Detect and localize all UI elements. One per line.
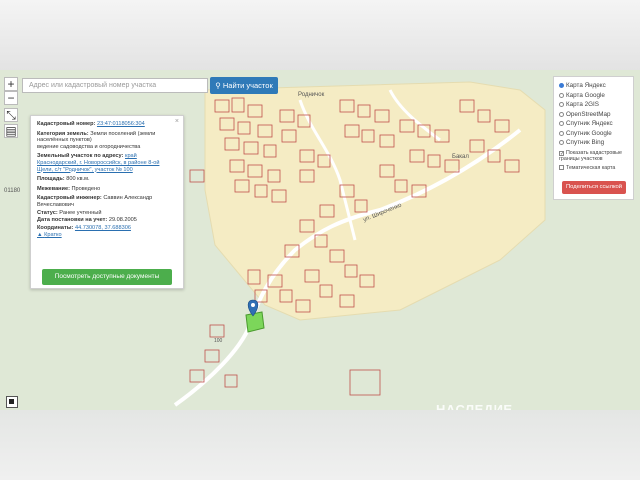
radio-icon	[559, 83, 564, 88]
show-borders-checkbox[interactable]: ✓ Показать кадастровые границы участков	[559, 150, 628, 162]
map-label-plot: 100	[214, 338, 223, 344]
fullscreen-toggle[interactable]	[6, 396, 18, 408]
status-value: Ранее учтенный	[59, 209, 102, 216]
checkbox-icon	[559, 164, 564, 170]
cadastral-number-label: Кадастровый номер:	[37, 121, 96, 127]
status-label: Статус:	[37, 209, 58, 216]
search-input[interactable]: Адрес или кадастровый номер участка	[22, 78, 208, 93]
radio-icon	[559, 121, 564, 126]
search-button[interactable]: ⚲ Найти участок	[210, 77, 278, 94]
share-link-button[interactable]: Поделиться ссылкой	[562, 181, 626, 194]
coords-label: Координаты:	[37, 224, 74, 231]
survey-label: Межевание:	[37, 185, 70, 192]
blurred-footer	[0, 410, 640, 480]
layers-panel: Карта Яндекс Карта Google Карта 2GIS Ope…	[553, 76, 634, 200]
zoom-out-button[interactable]: −	[4, 91, 18, 105]
map-label-rodnichok: Родничок	[298, 92, 325, 98]
search-button-label: Найти участок	[222, 81, 273, 90]
layer-option-osm[interactable]: OpenStreetMap	[559, 110, 628, 120]
area-value: 800 кв.м.	[66, 176, 90, 183]
registered-value: 29.08.2005	[108, 217, 137, 224]
land-category-label: Категория земель:	[37, 130, 89, 137]
view-documents-button[interactable]: Посмотреть доступные документы	[42, 269, 172, 285]
close-icon[interactable]: ×	[175, 118, 179, 125]
parcel-info-panel: × Кадастровый номер: 23:47:0118056:304 К…	[30, 115, 184, 289]
print-icon: ▤	[5, 124, 17, 138]
layer-option-yandex-map[interactable]: Карта Яндекс	[559, 81, 628, 91]
map-label-code: 01180	[4, 188, 21, 194]
coords-link[interactable]: 44.730078, 37.688306	[75, 225, 131, 231]
area-label: Площадь:	[37, 176, 65, 183]
layer-option-google-sat[interactable]: Спутник Google	[559, 129, 628, 139]
map-label-bakal: Бакал	[452, 154, 469, 160]
land-use-value: ведение садоводства и огородничества	[37, 143, 141, 150]
selected-parcel	[245, 311, 265, 333]
radio-icon	[559, 130, 564, 136]
watermark: НАСЛЕДИЕ	[436, 402, 513, 410]
survey-value: Проведено	[71, 185, 101, 192]
square-icon	[9, 399, 14, 404]
registered-label: Дата постановки на учет:	[37, 217, 108, 224]
cadastral-number-link[interactable]: 23:47:0118056:304	[97, 121, 145, 127]
ruler-button[interactable]: ⤡	[4, 108, 18, 122]
engineer-label: Кадастровый инженер:	[37, 195, 102, 202]
radio-icon	[559, 111, 564, 117]
zoom-in-button[interactable]: +	[4, 77, 18, 91]
layer-option-google-map[interactable]: Карта Google	[559, 91, 628, 101]
ruler-icon: ⤡	[6, 108, 16, 122]
print-button[interactable]: ▤	[4, 124, 18, 138]
layer-option-bing-sat[interactable]: Спутник Bing	[559, 138, 628, 148]
search-icon: ⚲	[215, 81, 221, 90]
collapse-link[interactable]: ▲ Кратко	[37, 232, 62, 238]
radio-icon	[559, 140, 564, 145]
address-label: Земельный участок по адресу:	[37, 153, 124, 160]
layer-option-yandex-sat[interactable]: Спутник Яндекс	[559, 119, 628, 129]
radio-icon	[559, 102, 564, 107]
layer-option-2gis[interactable]: Карта 2GIS	[559, 100, 628, 110]
blurred-header	[0, 0, 640, 70]
thematic-map-checkbox[interactable]: Тематическая карта	[559, 164, 628, 171]
chevron-up-icon: ▲	[37, 232, 43, 239]
radio-icon	[559, 92, 564, 98]
